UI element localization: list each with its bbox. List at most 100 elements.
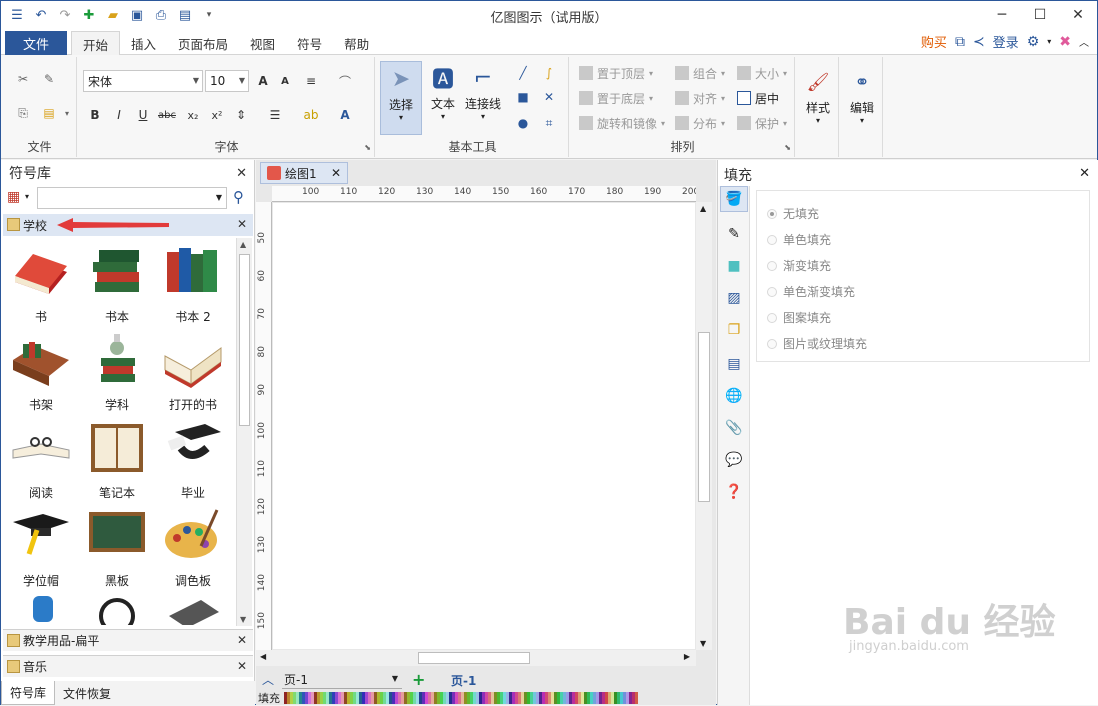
rectangle-icon[interactable]: ■ [513,87,533,107]
text-direction-icon[interactable]: ⌒ [335,71,355,91]
canvas-horizontal-scrollbar[interactable]: ◀ ▶ [256,650,696,666]
group-button[interactable]: 组合 ▾ [675,63,725,83]
subscript-icon[interactable]: x₂ [183,105,203,125]
library-header-teaching-supplies[interactable]: 教学用品-扁平 ✕ [3,629,253,651]
arc-icon[interactable]: ∫ [539,63,559,83]
color-swatches[interactable] [284,691,638,704]
color-swatch[interactable] [635,691,638,704]
image-icon[interactable]: ▨ [724,288,744,308]
close-icon[interactable]: ✕ [237,633,247,647]
scroll-thumb[interactable] [418,652,530,664]
strikethrough-icon[interactable]: abc [157,105,177,125]
font-dialog-launcher-icon[interactable]: ⬊ [364,143,371,152]
shape-blackboard[interactable]: 黑板 [79,506,155,592]
italic-icon[interactable]: I [109,105,129,125]
search-icon[interactable]: ⚲ [233,188,244,206]
close-icon[interactable]: ✕ [1079,166,1090,181]
shape-notebook[interactable]: 笔记本 [79,418,155,504]
close-icon[interactable]: ✕ [237,659,247,673]
shape-reading[interactable]: 阅读 [3,418,79,504]
align-button[interactable]: 对齐 ▾ [675,88,725,108]
shape-books-2[interactable]: 书本 2 [155,242,231,328]
tab-insert[interactable]: 插入 [120,31,167,55]
font-color-icon[interactable]: A [335,105,355,125]
chevron-down-icon[interactable]: ▾ [25,192,29,201]
shape-book[interactable]: 书 [3,242,79,328]
close-icon[interactable]: ✕ [236,166,247,181]
shadow-icon[interactable]: ■ [724,256,744,276]
ellipse-icon[interactable]: ● [513,113,533,133]
protect-button[interactable]: 保护 ▾ [737,113,787,133]
scroll-down-icon[interactable]: ▼ [700,639,706,648]
paste-icon[interactable]: ▤ [39,103,59,123]
center-button[interactable]: 居中 [737,88,779,108]
maximize-icon[interactable]: ☐ [1021,1,1059,29]
highlight-icon[interactable]: ab [301,105,321,125]
layer-icon[interactable]: ❐ [724,320,744,340]
shape-books[interactable]: 书本 [79,242,155,328]
close-icon[interactable]: ✕ [237,217,247,231]
fill-option-none[interactable]: 无填充 [767,205,819,222]
shape-subject[interactable]: 学科 [79,330,155,416]
page-tab[interactable]: 页-1 [451,672,476,689]
gear-icon[interactable]: ⚙ [1027,34,1040,50]
search-input[interactable]: ▼ [37,187,227,209]
scroll-left-icon[interactable]: ◀ [260,652,266,661]
select-button[interactable]: ➤ 选择 ▾ [380,61,422,135]
tab-file[interactable]: 文件 [5,31,67,55]
scroll-right-icon[interactable]: ▶ [684,652,690,661]
bold-icon[interactable]: B [85,105,105,125]
shape-graduation-cap[interactable]: 学位帽 [3,506,79,592]
rotate-mirror-button[interactable]: 旋转和镜像 ▾ [579,113,665,133]
grow-font-icon[interactable]: A [253,71,273,91]
send-to-back-button[interactable]: 置于底层 ▾ [579,88,653,108]
help-icon[interactable]: ❓ [724,482,744,502]
shape-partial-1[interactable] [3,594,79,625]
tab-symbols[interactable]: 符号 [286,31,333,55]
shape-open-book[interactable]: 打开的书 [155,330,231,416]
tab-help[interactable]: 帮助 [333,31,380,55]
scroll-down-icon[interactable]: ▼ [240,615,246,624]
text-align-icon[interactable]: ≡ [301,71,321,91]
shape-partial-2[interactable] [79,594,155,625]
chevron-up-icon[interactable]: ︿ [262,671,274,688]
font-name-select[interactable]: 宋体 ▼ [83,70,203,92]
comment-icon[interactable]: 💬 [724,450,744,470]
fill-option-solid[interactable]: 单色填充 [767,231,831,248]
fill-bucket-icon[interactable]: 🪣 [720,186,748,212]
bullets-icon[interactable]: ☰ [265,105,285,125]
library-header-music[interactable]: 音乐 ✕ [3,655,253,677]
shape-partial-3[interactable] [155,594,231,625]
hyperlink-icon[interactable]: 🌐 [724,386,744,406]
page-properties-icon[interactable]: ▤ [724,354,744,374]
buy-link[interactable]: 购买 [921,32,947,51]
library-menu-icon[interactable]: ▦ [7,189,20,205]
format-painter-icon[interactable]: ✎ [39,69,59,89]
page-select[interactable]: 页-1 ▼ [282,671,402,689]
copy-icon[interactable]: ⎘ [13,103,33,123]
document-tab[interactable]: 绘图1 ✕ [260,162,348,184]
collapse-ribbon-icon[interactable]: ︿ [1079,34,1089,49]
fill-option-pattern[interactable]: 图案填充 [767,309,831,326]
fill-option-picture[interactable]: 图片或纹理填充 [767,335,867,352]
cut-icon[interactable]: ✂ [13,69,33,89]
underline-icon[interactable]: U [133,105,153,125]
tab-symbol-library[interactable]: 符号库 [1,681,56,705]
paste-dropdown-icon[interactable]: ▾ [57,103,77,123]
shape-palette[interactable]: 调色板 [155,506,231,592]
close-icon[interactable]: ✕ [331,166,341,180]
add-page-icon[interactable]: + [412,670,425,689]
fill-option-gradient[interactable]: 渐变填充 [767,257,831,274]
edit-button[interactable]: ⚭ 编辑 ▾ [842,65,882,126]
tab-page-layout[interactable]: 页面布局 [167,31,239,55]
crop-icon[interactable]: ⌗ [539,113,559,133]
shape-graduation[interactable]: 毕业 [155,418,231,504]
size-button[interactable]: 大小 ▾ [737,63,787,83]
tab-file-recovery[interactable]: 文件恢复 [55,681,119,705]
canvas-vertical-scrollbar[interactable]: ▲ ▼ [696,202,712,650]
shape-bookshelf[interactable]: 书架 [3,330,79,416]
shrink-font-icon[interactable]: A [275,71,295,91]
line-spacing-icon[interactable]: ⇕ [231,105,251,125]
arrange-dialog-launcher-icon[interactable]: ⬊ [784,143,791,152]
font-size-select[interactable]: 10 ▼ [205,70,249,92]
